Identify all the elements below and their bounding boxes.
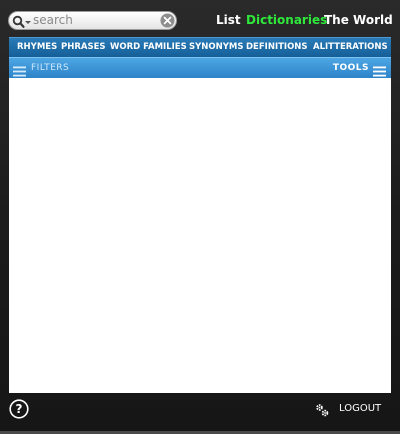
category-tabs: RHYMES PHRASES WORD FAMILIES SYNONYMS DE… — [9, 37, 391, 57]
clear-search-icon[interactable] — [160, 13, 175, 28]
tab-word-families[interactable]: WORD FAMILIES — [110, 38, 187, 57]
nav-list-link[interactable]: List — [216, 13, 241, 28]
filters-button[interactable]: FILTERS — [31, 58, 69, 78]
bottom-bar: ? LOGOUT — [0, 393, 400, 431]
results-panel — [9, 78, 391, 393]
logout-button[interactable]: LOGOUT — [339, 401, 381, 416]
search-input[interactable] — [33, 12, 161, 29]
tab-rhymes[interactable]: RHYMES — [17, 38, 57, 57]
tab-synonyms[interactable]: SYNONYMS — [189, 38, 243, 57]
search-box[interactable] — [8, 11, 177, 30]
nav-the-world-link[interactable]: The World — [324, 13, 393, 28]
tab-definitions[interactable]: DEFINITIONS — [246, 38, 308, 57]
tab-alitterations[interactable]: ALITTERATIONS — [313, 38, 388, 57]
filter-bar: FILTERS TOOLS — [9, 57, 391, 78]
filters-menu-icon[interactable] — [13, 62, 26, 77]
top-bar: List Dictionaries The World — [0, 0, 400, 37]
help-icon[interactable]: ? — [9, 399, 29, 419]
nav-dictionaries-link[interactable]: Dictionaries — [246, 13, 327, 28]
search-icon[interactable] — [12, 14, 34, 28]
tools-menu-icon[interactable] — [373, 62, 386, 77]
svg-text:?: ? — [16, 402, 23, 416]
tab-phrases[interactable]: PHRASES — [61, 38, 106, 57]
gears-icon[interactable] — [315, 402, 329, 417]
tools-button[interactable]: TOOLS — [333, 58, 369, 78]
app-frame: List Dictionaries The World RHYMES PHRAS… — [0, 0, 400, 434]
